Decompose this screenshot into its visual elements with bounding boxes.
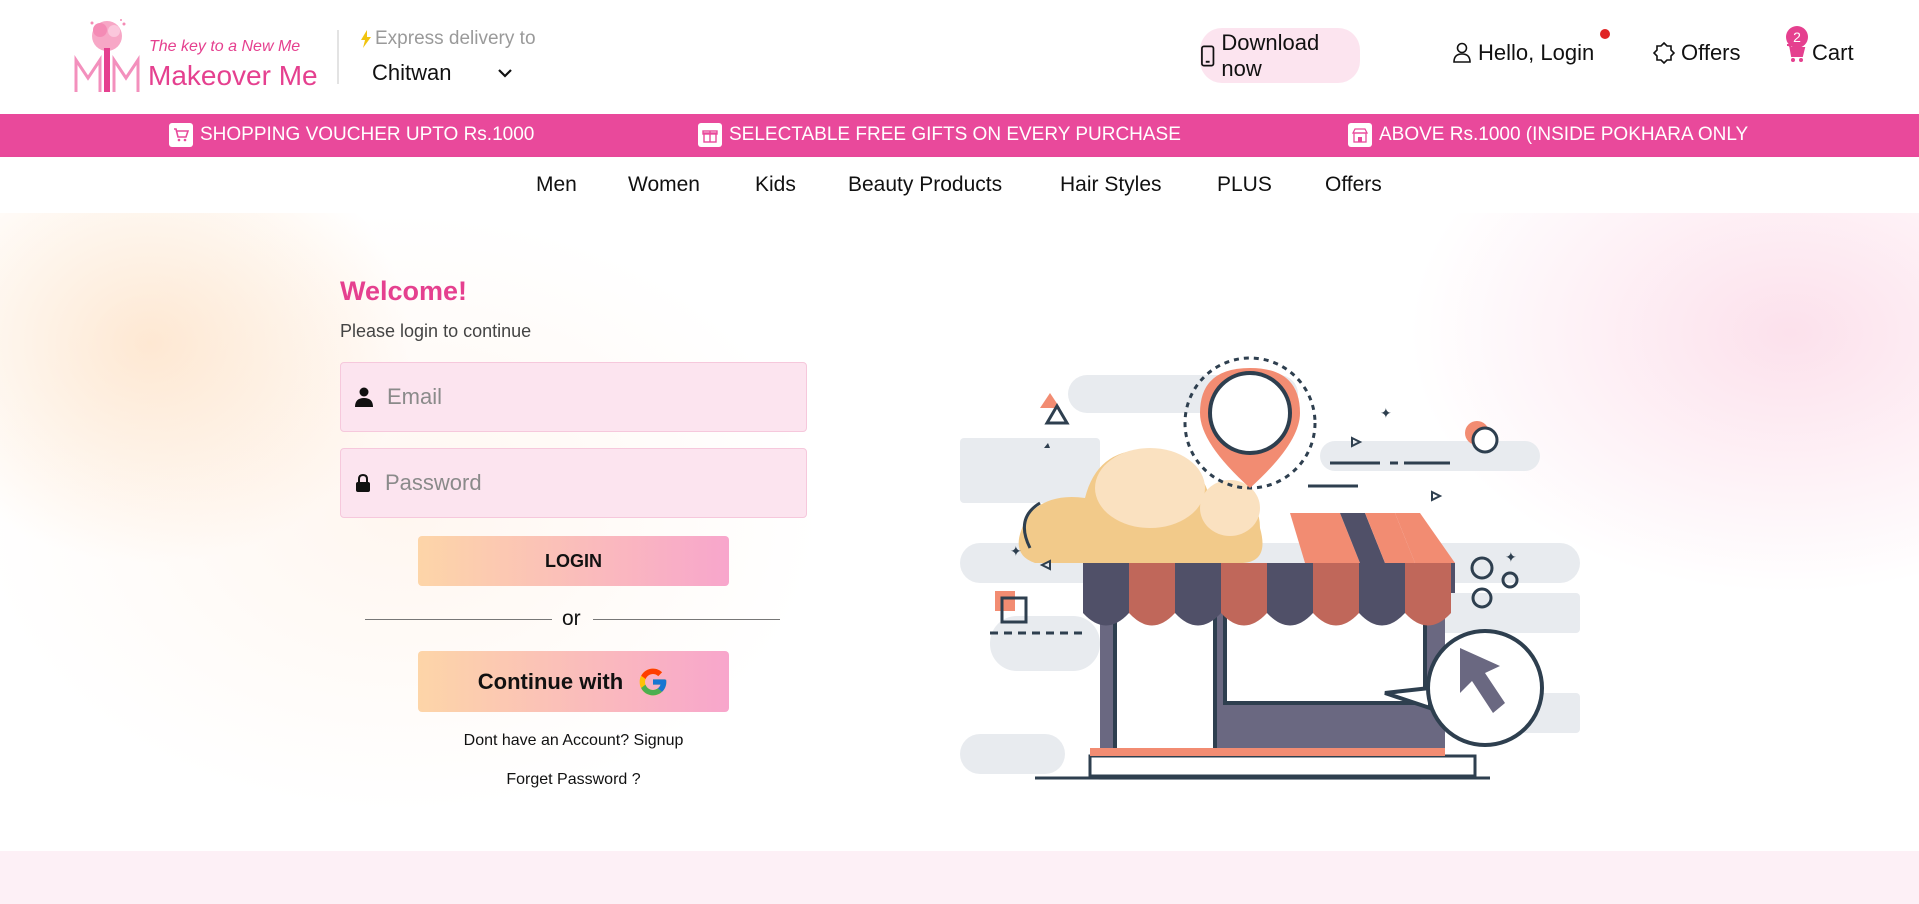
lock-icon bbox=[356, 473, 370, 492]
footer-band bbox=[0, 851, 1919, 904]
cart-label: Cart bbox=[1812, 40, 1854, 65]
google-icon bbox=[639, 668, 667, 695]
mobile-phone-icon bbox=[1201, 45, 1215, 66]
nav-item-men[interactable]: Men bbox=[536, 173, 577, 197]
promo-text: SELECTABLE FREE GIFTS ON EVERY PURCHASE bbox=[729, 124, 1181, 145]
nav-item-women[interactable]: Women bbox=[628, 173, 700, 197]
promo-item[interactable]: SHOPPING VOUCHER UPTO Rs.1000 bbox=[169, 123, 534, 147]
email-input[interactable] bbox=[387, 384, 777, 410]
promo-text: ABOVE Rs.1000 (INSIDE POKHARA ONLY bbox=[1379, 124, 1749, 145]
or-text: or bbox=[562, 607, 581, 630]
brand-logo[interactable]: The key to a New Me Makeover Me bbox=[74, 18, 324, 98]
svg-text:✦: ✦ bbox=[1380, 406, 1392, 422]
welcome-title: Welcome! bbox=[340, 276, 468, 306]
login-section: Welcome! Please login to continue LOGIN … bbox=[0, 213, 1919, 851]
offers-label: Offers bbox=[1681, 40, 1741, 65]
download-app-button[interactable]: Download now bbox=[1200, 28, 1360, 83]
login-label: Hello, Login bbox=[1478, 40, 1595, 65]
nav-item-hair-styles[interactable]: Hair Styles bbox=[1060, 173, 1162, 197]
location-dropdown[interactable]: Chitwan bbox=[372, 60, 513, 86]
download-label: Download now bbox=[1221, 29, 1320, 81]
nav-item-kids[interactable]: Kids bbox=[755, 173, 796, 197]
cart-icon bbox=[169, 123, 193, 147]
login-subtitle: Please login to continue bbox=[340, 321, 532, 341]
offers-link[interactable]: Offers bbox=[1653, 40, 1741, 66]
brand-name: Makeover Me bbox=[148, 60, 318, 91]
signup-link[interactable]: Dont have an Account? Signup bbox=[340, 732, 807, 750]
nav-item-beauty-products[interactable]: Beauty Products bbox=[848, 173, 1002, 197]
online-store-illustration: ✦ ✦ ✦ bbox=[960, 356, 1580, 780]
store-icon bbox=[1348, 123, 1372, 147]
google-button-label: Continue with bbox=[477, 668, 624, 694]
makeup-brush-logo-icon bbox=[74, 19, 140, 92]
login-link[interactable]: Hello, Login bbox=[1452, 40, 1594, 66]
email-field[interactable] bbox=[340, 362, 807, 432]
divider-line-right bbox=[593, 619, 780, 620]
user-icon bbox=[1453, 42, 1471, 63]
main-nav: Men Women Kids Beauty Products Hair Styl… bbox=[0, 157, 1919, 213]
header-divider bbox=[337, 30, 339, 84]
delivery-label-text: Express delivery to bbox=[375, 28, 536, 49]
chevron-down-icon bbox=[498, 69, 513, 78]
badge-percent-icon bbox=[1653, 42, 1675, 64]
notification-dot bbox=[1600, 29, 1610, 39]
lightning-icon bbox=[361, 30, 371, 48]
promo-item[interactable]: ABOVE Rs.1000 (INSIDE POKHARA ONLY bbox=[1348, 123, 1748, 147]
password-field[interactable] bbox=[340, 448, 807, 518]
brand-tagline: The key to a New Me bbox=[149, 38, 301, 55]
password-input[interactable] bbox=[385, 470, 775, 496]
forgot-password-link[interactable]: Forget Password ? bbox=[340, 771, 807, 789]
svg-text:✦: ✦ bbox=[1505, 550, 1517, 566]
cart-count-badge: 2 bbox=[1786, 26, 1808, 48]
site-header: The key to a New Me Makeover Me Express … bbox=[0, 0, 1919, 114]
promo-text: SHOPPING VOUCHER UPTO Rs.1000 bbox=[200, 124, 535, 145]
svg-text:✦: ✦ bbox=[1010, 544, 1022, 560]
nav-item-plus[interactable]: PLUS bbox=[1217, 173, 1272, 197]
divider-line-left bbox=[365, 619, 552, 620]
selected-location: Chitwan bbox=[372, 60, 452, 85]
or-divider: or bbox=[365, 606, 780, 632]
user-icon bbox=[355, 387, 373, 407]
nav-item-offers[interactable]: Offers bbox=[1325, 173, 1382, 197]
google-login-button[interactable]: Continue with bbox=[418, 651, 729, 712]
promo-bar: SHOPPING VOUCHER UPTO Rs.1000 SELECTABLE… bbox=[0, 114, 1919, 157]
login-button[interactable]: LOGIN bbox=[418, 536, 729, 586]
delivery-label: Express delivery to bbox=[360, 28, 536, 50]
promo-item[interactable]: SELECTABLE FREE GIFTS ON EVERY PURCHASE bbox=[698, 123, 1181, 147]
location-pin bbox=[1183, 356, 1317, 490]
gift-icon bbox=[698, 123, 722, 147]
